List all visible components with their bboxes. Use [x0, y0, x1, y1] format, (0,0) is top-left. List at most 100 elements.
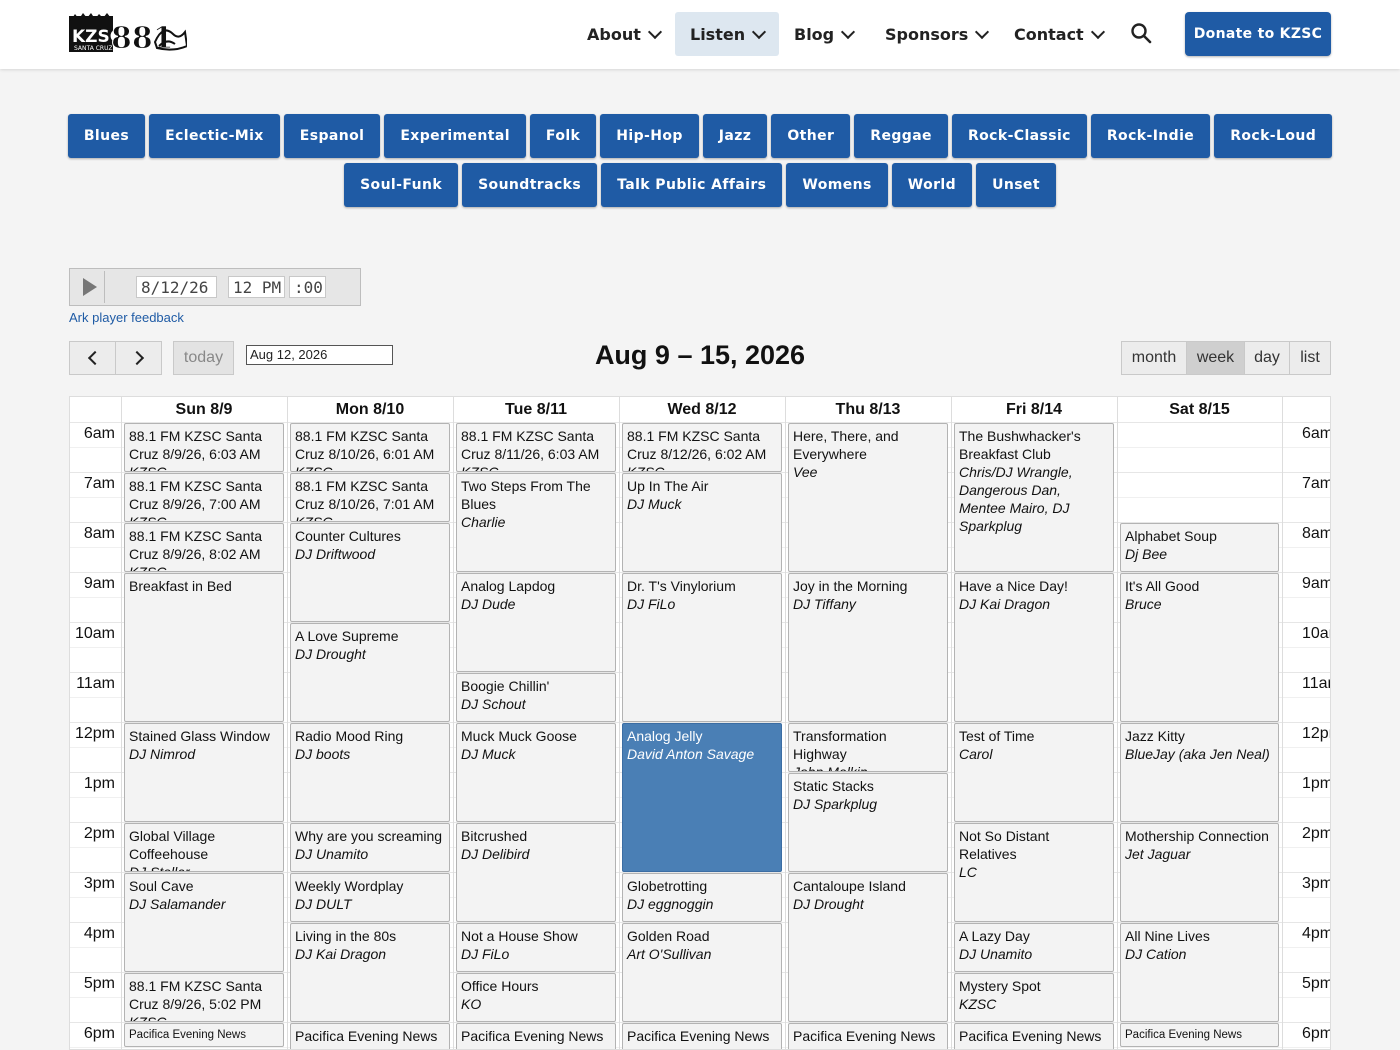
genre-button-eclectic-mix[interactable]: Eclectic-Mix: [149, 114, 280, 158]
player-minute-select[interactable]: :00: [289, 276, 326, 298]
search-icon[interactable]: [1130, 22, 1152, 44]
event-host: DJ eggnoggin: [627, 896, 714, 912]
calendar-event[interactable]: Mystery Spot KZSC: [954, 973, 1114, 1022]
genre-button-other[interactable]: Other: [771, 114, 851, 158]
kzsc-logo[interactable]: KZSC SANTA CRUZ 881: [69, 12, 187, 56]
calendar-event[interactable]: Globetrotting DJ eggnoggin: [622, 873, 782, 922]
today-button[interactable]: today: [173, 341, 234, 375]
genre-button-hip-hop[interactable]: Hip-Hop: [600, 114, 699, 158]
calendar-event[interactable]: Test of Time Carol: [954, 723, 1114, 822]
genre-button-unset[interactable]: Unset: [976, 163, 1056, 207]
calendar-event[interactable]: Transformation Highway John Malkin: [788, 723, 948, 772]
player-date-input[interactable]: 8/12/26: [136, 276, 217, 298]
next-week-button[interactable]: [115, 341, 162, 375]
view-month-button[interactable]: month: [1121, 341, 1187, 375]
genre-button-reggae[interactable]: Reggae: [854, 114, 948, 158]
genre-button-soul-funk[interactable]: Soul-Funk: [344, 163, 459, 207]
calendar-event[interactable]: Dr. T's Vinylorium DJ FiLo: [622, 573, 782, 722]
calendar-event[interactable]: Radio Mood Ring DJ boots: [290, 723, 450, 822]
calendar-event[interactable]: Boogie Chillin' DJ Schout: [456, 673, 616, 722]
donate-button[interactable]: Donate to KZSC: [1185, 12, 1331, 56]
genre-button-experimental[interactable]: Experimental: [384, 114, 526, 158]
calendar-event[interactable]: Weekly Wordplay DJ DULT: [290, 873, 450, 922]
calendar-event[interactable]: 88.1 FM KZSC Santa Cruz 8/9/26, 6:03 AM K…: [124, 423, 284, 472]
calendar-event[interactable]: Soul Cave DJ Salamander: [124, 873, 284, 972]
ark-player-feedback-link[interactable]: Ark player feedback: [69, 310, 184, 325]
calendar-event[interactable]: Pacifica Evening News: [954, 1023, 1114, 1049]
nav-listen[interactable]: Listen: [675, 12, 780, 56]
calendar-event[interactable]: It's All Good Bruce: [1120, 573, 1279, 722]
event-title: Global Village Coffeehouse: [129, 828, 216, 862]
calendar-event[interactable]: Breakfast in Bed: [124, 573, 284, 722]
calendar-event[interactable]: Two Steps From The Blues Charlie: [456, 473, 616, 572]
genre-button-folk[interactable]: Folk: [529, 114, 597, 158]
genre-button-womens[interactable]: Womens: [786, 163, 888, 207]
calendar-event[interactable]: 88.1 FM KZSC Santa Cruz 8/11/26, 6:03 AM…: [456, 423, 616, 472]
calendar-event[interactable]: Muck Muck Goose DJ Muck: [456, 723, 616, 822]
genre-button-soundtracks[interactable]: Soundtracks: [462, 163, 598, 207]
genre-button-rock-loud[interactable]: Rock-Loud: [1214, 114, 1333, 158]
calendar-event[interactable]: Living in the 80s DJ Kai Dragon: [290, 923, 450, 1022]
calendar-event[interactable]: Not a House Show DJ FiLo: [456, 923, 616, 972]
calendar-event[interactable]: Static Stacks DJ Sparkplug: [788, 773, 948, 872]
calendar-event[interactable]: Pacifica Evening News: [290, 1023, 450, 1049]
calendar-event[interactable]: Pacifica Evening News: [622, 1023, 782, 1049]
nav-blog[interactable]: Blog: [779, 12, 868, 56]
view-list-button[interactable]: list: [1289, 341, 1331, 375]
date-picker-input[interactable]: Aug 12, 2026: [246, 345, 393, 365]
prev-week-button[interactable]: [69, 341, 116, 375]
calendar-event[interactable]: 88.1 FM KZSC Santa Cruz 8/9/26, 7:00 AM K…: [124, 473, 284, 522]
calendar-event[interactable]: Not So Distant Relatives LC: [954, 823, 1114, 922]
nav-sponsors[interactable]: Sponsors: [870, 12, 1002, 56]
calendar-event[interactable]: Golden Road Art O'Sullivan: [622, 923, 782, 1022]
event-title: Golden Road: [627, 928, 710, 944]
play-button[interactable]: [72, 271, 105, 303]
event-title: Cantaloupe Island: [793, 878, 906, 894]
nav-blog-label: Blog: [794, 24, 835, 44]
calendar-event[interactable]: Analog Lapdog DJ Dude: [456, 573, 616, 672]
calendar-event[interactable]: Have a Nice Day! DJ Kai Dragon: [954, 573, 1114, 722]
calendar-event[interactable]: Pacifica Evening News: [788, 1023, 948, 1049]
calendar-event[interactable]: Jazz Kitty BlueJay (aka Jen Neal): [1120, 723, 1279, 822]
player-hour-select[interactable]: 12 PM: [228, 276, 285, 298]
genre-button-espanol[interactable]: Espanol: [283, 114, 381, 158]
calendar-event[interactable]: Bitcrushed DJ Delibird: [456, 823, 616, 922]
calendar-event[interactable]: Stained Glass Window DJ Nimrod: [124, 723, 284, 822]
calendar-event[interactable]: 88.1 FM KZSC Santa Cruz 8/9/26, 8:02 AM K…: [124, 523, 284, 572]
genre-button-jazz[interactable]: Jazz: [702, 114, 768, 158]
calendar-event[interactable]: Counter Cultures DJ Driftwood: [290, 523, 450, 622]
calendar-event[interactable]: Mothership Connection Jet Jaguar: [1120, 823, 1279, 922]
view-week-button[interactable]: week: [1186, 341, 1245, 375]
calendar-event[interactable]: A Lazy Day DJ Unamito: [954, 923, 1114, 972]
event-host: DJ Stellar: [129, 864, 190, 872]
calendar-event[interactable]: 88.1 FM KZSC Santa Cruz 8/12/26, 6:02 AM…: [622, 423, 782, 472]
calendar-event[interactable]: Pacifica Evening News: [124, 1023, 284, 1047]
calendar-event[interactable]: Global Village Coffeehouse DJ Stellar: [124, 823, 284, 872]
calendar-event[interactable]: The Bushwhacker's Breakfast Club Chris/DJ…: [954, 423, 1114, 572]
genre-button-rock-classic[interactable]: Rock-Classic: [951, 114, 1087, 158]
calendar-event[interactable]: Joy in the Morning DJ Tiffany: [788, 573, 948, 722]
event-host: DJ FiLo: [627, 596, 676, 612]
nav-contact[interactable]: Contact: [999, 12, 1118, 56]
event-title: Globetrotting: [627, 878, 708, 894]
calendar-event[interactable]: Alphabet Soup Dj Bee: [1120, 523, 1279, 572]
calendar-event[interactable]: Why are you screaming DJ Unamito: [290, 823, 450, 872]
genre-button-world[interactable]: World: [891, 163, 973, 207]
calendar-event[interactable]: Pacifica Evening News: [1120, 1023, 1279, 1047]
calendar-event[interactable]: Cantaloupe Island DJ Drought: [788, 873, 948, 1022]
calendar-event[interactable]: All Nine Lives DJ Cation: [1120, 923, 1279, 1022]
calendar-event[interactable]: Up In The Air DJ Muck: [622, 473, 782, 572]
calendar-event[interactable]: Office Hours KO: [456, 973, 616, 1022]
nav-about[interactable]: About: [572, 12, 675, 56]
calendar-event[interactable]: Here, There, and Everywhere Vee: [788, 423, 948, 572]
calendar-event[interactable]: 88.1 FM KZSC Santa Cruz 8/9/26, 5:02 PM K…: [124, 973, 284, 1022]
genre-button-blues[interactable]: Blues: [67, 114, 146, 158]
calendar-event[interactable]: A Love Supreme DJ Drought: [290, 623, 450, 722]
view-day-button[interactable]: day: [1244, 341, 1290, 375]
calendar-event[interactable]: 88.1 FM KZSC Santa Cruz 8/10/26, 7:01 AM…: [290, 473, 450, 522]
genre-button-rock-indie[interactable]: Rock-Indie: [1090, 114, 1211, 158]
calendar-event[interactable]: Pacifica Evening News: [456, 1023, 616, 1049]
genre-button-talk-public-affairs[interactable]: Talk Public Affairs: [601, 163, 783, 207]
calendar-event[interactable]: 88.1 FM KZSC Santa Cruz 8/10/26, 6:01 AM…: [290, 423, 450, 472]
calendar-event[interactable]: Analog Jelly David Anton Savage: [622, 723, 782, 872]
